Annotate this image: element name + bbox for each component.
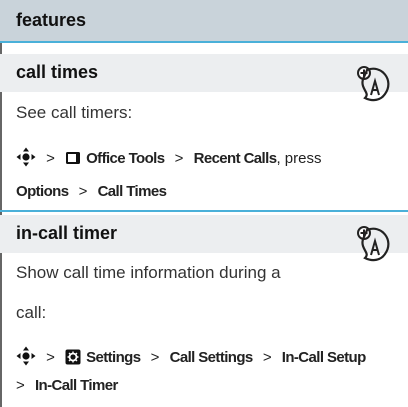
in-call-timer-description-line-1: Show call time information during a (16, 263, 281, 282)
features-header: features (0, 0, 408, 41)
section-call-times-header: call times (0, 54, 408, 92)
header-divider (0, 41, 408, 43)
section-title: call times (16, 62, 99, 82)
manual-page: features call times See call timers: > O… (0, 0, 408, 407)
call-times-description: See call timers: (16, 103, 133, 122)
section-in-call-timer-header: in-call timer (0, 215, 408, 253)
network-feature-icon (357, 66, 390, 102)
section-divider (0, 210, 408, 212)
nav-key-icon (16, 346, 36, 366)
call-times-path-line-1: > Office Tools > Recent Calls, press (16, 147, 321, 167)
in-call-timer-description-line-2: call: (16, 303, 47, 322)
settings-gear-icon (65, 349, 81, 365)
section-title: in-call timer (16, 223, 118, 243)
nav-key-icon (16, 147, 36, 167)
in-call-timer-path-line-2: > In-Call Timer (16, 377, 118, 394)
network-feature-icon (357, 226, 390, 262)
call-times-path-line-2: Options > Call Times (16, 183, 167, 200)
in-call-timer-path-line-1: > Settings > Call Settings > In-Call Set… (16, 346, 366, 366)
office-tools-icon (66, 152, 81, 164)
header-title: features (16, 10, 87, 30)
